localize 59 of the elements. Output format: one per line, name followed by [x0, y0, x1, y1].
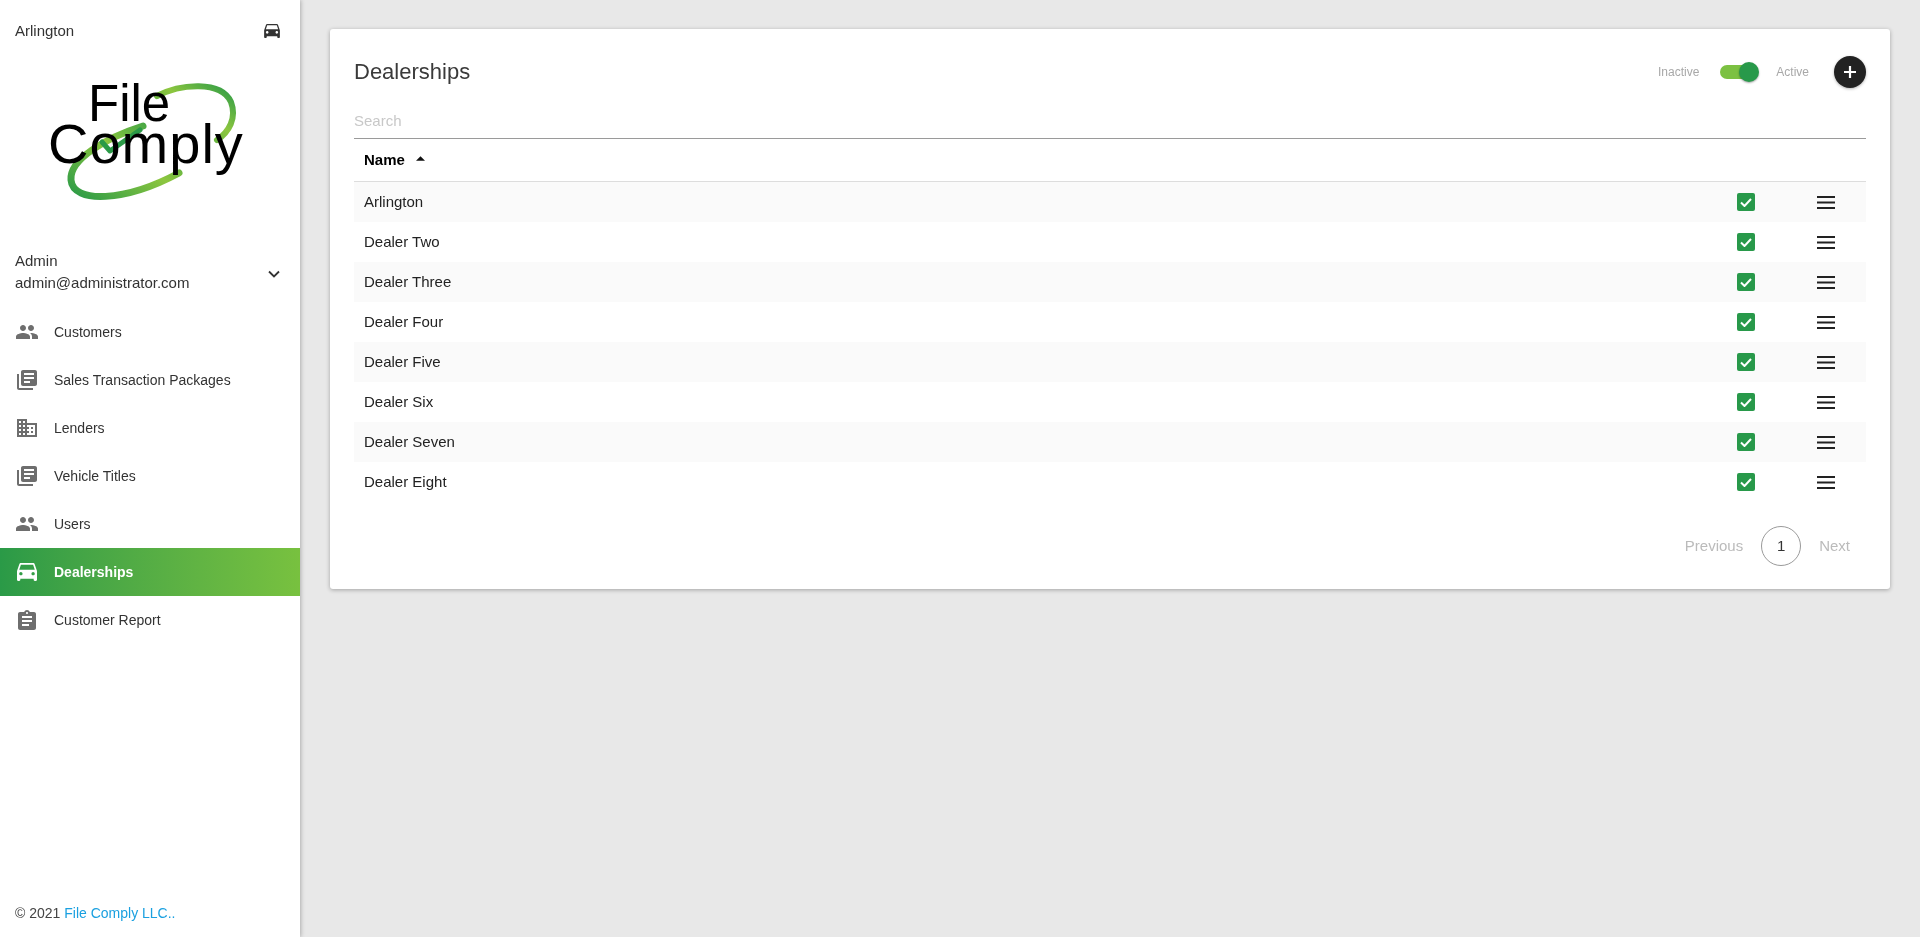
dealership-name: Dealer Five: [363, 351, 442, 372]
people-icon: [16, 517, 38, 531]
add-button[interactable]: [1834, 56, 1866, 88]
check-icon: [1740, 317, 1752, 327]
dealership-name: Dealer Three: [363, 271, 453, 292]
people-icon: [16, 325, 38, 339]
nav-item[interactable]: Customer Report: [0, 596, 300, 644]
check-icon: [1740, 437, 1752, 447]
checkbox[interactable]: [1737, 393, 1755, 411]
nav-item[interactable]: Customers: [0, 308, 300, 356]
menu-icon[interactable]: [1817, 275, 1835, 289]
check-icon: [1740, 357, 1752, 367]
menu-icon[interactable]: [1817, 475, 1835, 489]
checkbox[interactable]: [1737, 193, 1755, 211]
checkbox[interactable]: [1737, 473, 1755, 491]
building-icon: [17, 419, 37, 437]
documents-icon: [17, 370, 37, 390]
car-icon: [264, 24, 280, 38]
copyright-text: © 2021 File Comply LLC..: [15, 904, 177, 923]
checkbox[interactable]: [1737, 273, 1755, 291]
check-icon: [1740, 197, 1752, 207]
column-header[interactable]: Name: [364, 148, 405, 172]
menu-icon[interactable]: [1817, 195, 1835, 209]
menu-icon[interactable]: [1817, 235, 1835, 249]
nav-item[interactable]: Users: [0, 500, 300, 548]
dealership-name: Dealer Six: [363, 391, 435, 412]
checkbox[interactable]: [1737, 353, 1755, 371]
car-icon: [17, 563, 37, 581]
dealership-name: Dealer Two: [363, 231, 441, 252]
dealership-name: Arlington: [363, 191, 425, 212]
check-icon: [1740, 237, 1752, 247]
dealership-name: Dealer Eight: [363, 471, 448, 492]
clipboard-icon: [18, 610, 36, 630]
check-icon: [1740, 277, 1752, 287]
menu-icon[interactable]: [1817, 355, 1835, 369]
toggle-label: Active: [1776, 64, 1809, 81]
current-dealership: Arlington: [15, 20, 75, 41]
menu-icon[interactable]: [1817, 315, 1835, 329]
checkbox[interactable]: [1737, 313, 1755, 331]
plus-icon: [1844, 66, 1856, 78]
nav-item[interactable]: Sales Transaction Packages: [0, 356, 300, 404]
check-icon: [1740, 477, 1752, 487]
dealership-name: Dealer Four: [363, 311, 445, 332]
nav-item[interactable]: Vehicle Titles: [0, 452, 300, 500]
check-icon: [1740, 397, 1752, 407]
user-name: Admin: [15, 251, 59, 271]
status-toggle[interactable]: [1719, 62, 1760, 82]
toggle-label: Inactive: [1657, 64, 1700, 81]
checkbox[interactable]: [1737, 433, 1755, 451]
nav-item[interactable]: Lenders: [0, 404, 300, 452]
user-email: admin@administrator.com: [15, 273, 190, 293]
menu-icon[interactable]: [1817, 395, 1835, 409]
checkbox[interactable]: [1737, 233, 1755, 251]
sort-arrow-icon[interactable]: [415, 155, 425, 161]
dealership-name: Dealer Seven: [363, 431, 456, 452]
menu-icon[interactable]: [1817, 435, 1835, 449]
documents-icon: [17, 466, 37, 486]
page-title: Dealerships: [354, 58, 471, 86]
chevron-down-icon[interactable]: [268, 270, 280, 278]
